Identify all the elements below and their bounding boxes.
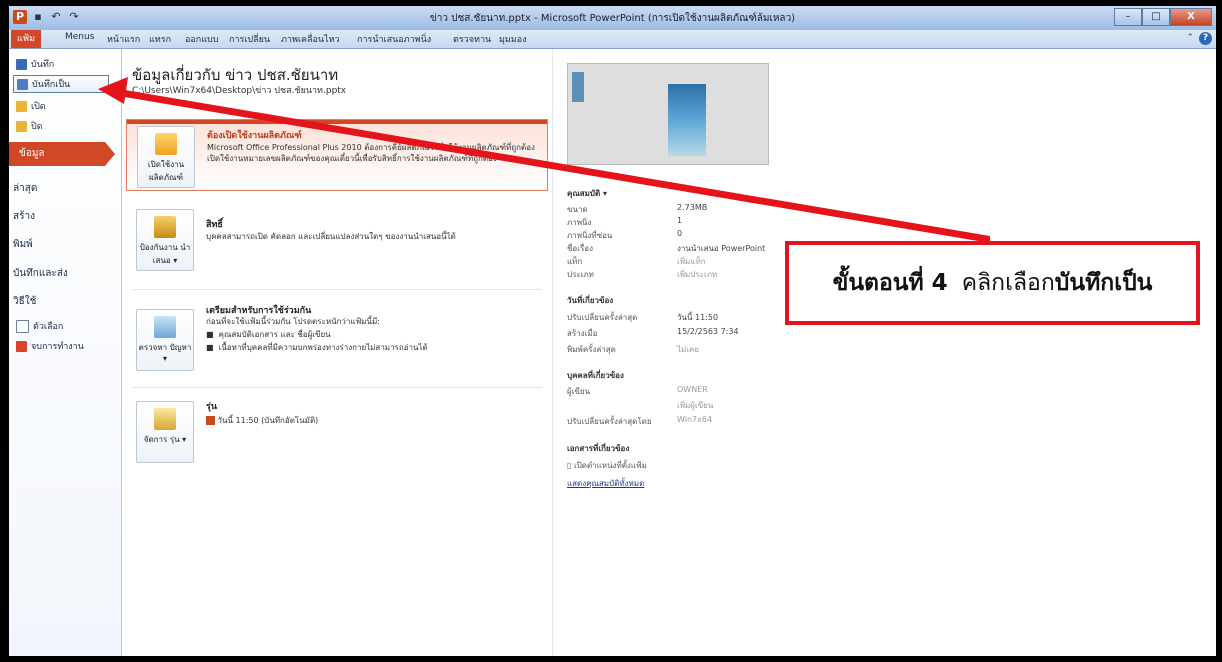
ribbon-tabs: แฟ้ม Menus หน้าแรก แทรก ออกแบบ การเปลี่ย… [9,30,1216,49]
category-field[interactable]: เพิ่มประเภท [677,268,797,281]
pptx-file-icon [206,416,215,425]
close-button[interactable]: X [1170,8,1212,26]
author-field[interactable]: OWNER [677,385,797,394]
tab-design[interactable]: ออกแบบ [185,32,219,46]
callout-text: คลิกเลือกบันทึกเป็น [961,270,1153,296]
info-panel: ข้อมูลเกี่ยวกับ ข่าว ปชส.ชัยนาท C:\Users… [122,49,552,656]
tab-view[interactable]: มุมมอง [499,32,527,46]
file-path: C:\Users\Win7x64\Desktop\ข่าว ปชส.ชัยนาท… [132,86,347,96]
nav-print[interactable]: พิมพ์ [13,237,33,252]
activate-icon [155,133,177,155]
save-as-icon [17,78,28,90]
prepare-desc: ก่อนที่จะใช้แฟ้มนี้ร่วมกัน โปรดตระหนักว่… [206,317,380,326]
help-icon[interactable]: ? [1199,32,1212,45]
tab-transitions[interactable]: การเปลี่ยน [229,32,270,46]
nav-save-send[interactable]: บันทึกและส่ง [13,266,68,281]
nav-close[interactable]: ปิด [13,117,109,135]
prepare-title: เตรียมสำหรับการใช้ร่วมกัน [206,306,312,316]
nav-save[interactable]: บันทึก [13,55,109,73]
nav-recent[interactable]: ล่าสุด [13,181,37,196]
powerpoint-window: P ▪ ↶ ↷ ข่าว ปชส.ชัยนาท.pptx - Microsoft… [9,6,1216,656]
versions-icon [154,408,176,430]
protect-presentation-button[interactable]: ป้องกันงาน นำเสนอ ▾ [136,209,194,271]
instruction-callout: ขั้นตอนที่ 4 คลิกเลือกบันทึกเป็น [785,241,1200,325]
manage-versions-button[interactable]: จัดการ รุ่น ▾ [136,401,194,463]
inspect-icon [154,316,176,338]
nav-new[interactable]: สร้าง [13,209,35,224]
exit-icon [16,340,27,352]
nav-exit[interactable]: จบการทำงาน [13,337,109,355]
title-field[interactable]: งานนำเสนอ PowerPoint [677,242,797,255]
activate-product-button[interactable]: เปิดใช้งาน ผลิตภัณฑ์ [137,126,195,188]
ribbon-collapse-icon[interactable]: ⌃ [1186,33,1194,43]
nav-open[interactable]: เปิด [13,97,109,115]
activation-desc: Microsoft Office Professional Plus 2010 … [207,143,535,163]
title-bar: P ▪ ↶ ↷ ข่าว ปชส.ชัยนาท.pptx - Microsoft… [9,6,1216,31]
activation-title: ต้องเปิดใช้งานผลิตภัณฑ์ [207,131,302,141]
versions-title: รุ่น [206,402,217,412]
permissions-desc: บุคคลสามารถเปิด คัดลอก และเปลี่ยนแปลงส่ว… [206,232,456,241]
properties-pane: คุณสมบัติ ▾ ขนาด 2.73MB ภาพนิ่ง 1 ภาพนิ่งท… [552,49,1216,656]
activation-alert: เปิดใช้งาน ผลิตภัณฑ์ ต้องเปิดใช้งานผลิตภ… [126,119,548,191]
lock-icon [154,216,176,238]
add-author-link[interactable]: เพิ่มผู้เขียน [677,399,797,412]
related-docs-header: เอกสารที่เกี่ยวข้อง [567,444,630,453]
dates-header: วันที่เกี่ยวข้อง [567,296,614,305]
open-file-location[interactable]: ▯ เปิดตำแหน่งที่ตั้งแฟ้ม [567,459,647,472]
nav-info[interactable]: ข้อมูล [9,142,115,166]
options-icon [16,319,29,333]
window-title: ข่าว ปชส.ชัยนาท.pptx - Microsoft PowerPo… [429,13,796,24]
permissions-title: สิทธิ์ [206,220,223,230]
backstage-nav: บันทึก บันทึกเป็น เปิด ปิด ข้อมูล ล่าสุด… [9,49,122,656]
folder-close-icon [16,120,27,132]
callout-step: ขั้นตอนที่ 4 [832,270,948,296]
save-icon [16,58,27,70]
nav-help[interactable]: วิธีใช้ [13,294,36,309]
people-header: บุคคลที่เกี่ยวข้อง [567,371,624,380]
version-item[interactable]: วันนี้ 11:50 (บันทึกอัตโนมัติ) [206,415,536,426]
tab-insert[interactable]: แทรก [149,32,171,46]
folder-open-icon [16,100,27,112]
tab-file[interactable]: แฟ้ม [11,30,41,48]
tab-home[interactable]: หน้าแรก [107,32,140,46]
properties-header[interactable]: คุณสมบัติ ▾ [567,187,607,200]
nav-save-as[interactable]: บันทึกเป็น [13,75,109,93]
tags-field[interactable]: เพิ่มแท็ก [677,255,797,268]
minimize-button[interactable]: – [1114,8,1142,26]
show-all-properties-link[interactable]: แสดงคุณสมบัติทั้งหมด [567,477,644,490]
tab-animations[interactable]: ภาพเคลื่อนไหว [281,32,340,46]
tab-review[interactable]: ตรวจทาน [453,32,491,46]
check-issues-button[interactable]: ตรวจหา ปัญหา ▾ [136,309,194,371]
prepare-bullet-2: ■ เนื้อหาที่บุคคลที่มีความบกพร่องทางร่าง… [206,343,428,352]
maximize-button[interactable]: □ [1142,8,1170,26]
prepare-bullet-1: ■ คุณสมบัติเอกสาร และ ชื่อผู้เขียน [206,330,331,339]
tab-slideshow[interactable]: การนำเสนอภาพนิ่ง [357,32,431,46]
tab-menus[interactable]: Menus [65,32,94,42]
slide-thumbnail [567,63,769,165]
nav-options[interactable]: ตัวเลือก [13,317,109,335]
